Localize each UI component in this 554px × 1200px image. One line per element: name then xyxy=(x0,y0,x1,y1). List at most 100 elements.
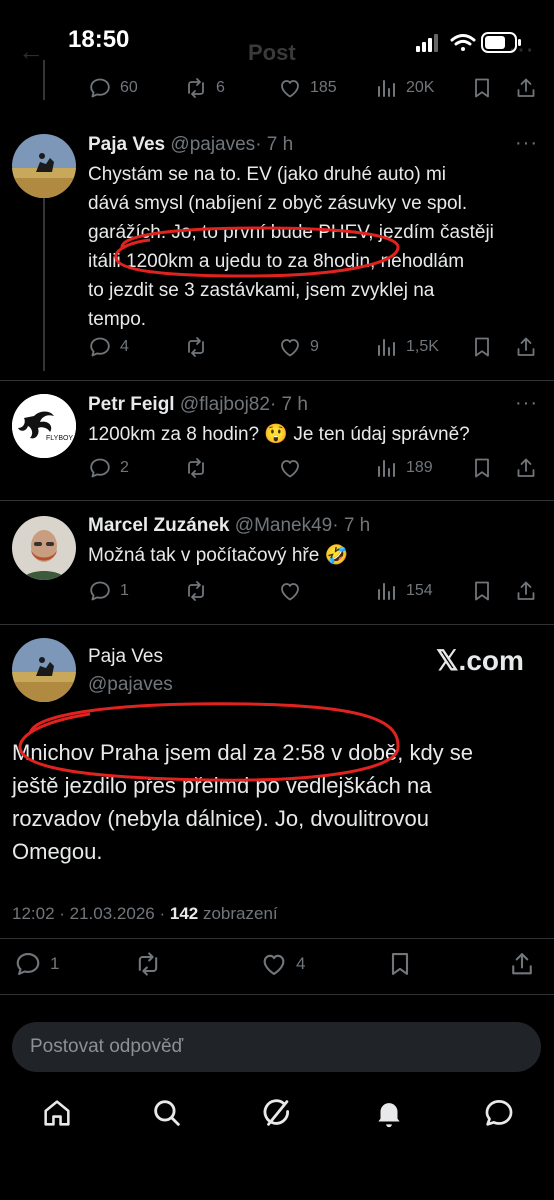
heart-icon xyxy=(278,335,302,359)
like-button[interactable]: 9 xyxy=(278,335,319,359)
bookmark-icon xyxy=(470,76,494,100)
tweet-header: Paja Ves @pajaves· 7 h xyxy=(88,134,293,156)
views-button[interactable]: 154 xyxy=(374,579,433,603)
status-time: 18:50 xyxy=(68,26,130,53)
reply-count: 2 xyxy=(120,459,129,476)
retweet-button[interactable] xyxy=(184,579,208,603)
nav-grok[interactable] xyxy=(260,1096,294,1130)
search-icon xyxy=(154,1100,180,1126)
retweet-button[interactable] xyxy=(184,335,216,359)
bookmark-icon xyxy=(470,335,494,359)
display-name[interactable]: Marcel Zuzánek xyxy=(88,515,230,536)
action-bar: 1 4 xyxy=(14,950,534,980)
grok-icon xyxy=(263,1099,290,1126)
nav-home[interactable] xyxy=(40,1096,74,1130)
divider xyxy=(0,994,554,995)
reply-icon xyxy=(88,579,112,603)
views-count: 1,5K xyxy=(406,338,439,355)
reply-placeholder: Postovat odpověď xyxy=(30,1036,184,1057)
share-icon xyxy=(514,579,538,603)
post-time: · 7 h xyxy=(269,394,308,415)
reply-button[interactable]: 60 xyxy=(88,76,138,100)
views-icon xyxy=(374,335,398,359)
share-icon xyxy=(514,456,538,480)
bookmark-button[interactable] xyxy=(470,579,494,603)
display-name[interactable]: Paja Ves xyxy=(88,646,163,668)
reply-icon xyxy=(88,335,112,359)
tweet-line: rozvadov (nebyla dálnice). Jo, dvoulitro… xyxy=(12,806,430,831)
views-button[interactable]: 189 xyxy=(374,456,433,480)
share-button[interactable] xyxy=(514,456,538,480)
tweet-header: Marcel Zuzánek @Manek49· 7 h xyxy=(88,515,370,537)
like-button[interactable]: 185 xyxy=(278,76,337,100)
handle[interactable]: @pajaves xyxy=(170,134,255,155)
avatar[interactable]: FLYBOY xyxy=(12,394,76,458)
like-button[interactable]: 4 xyxy=(260,950,305,978)
tweet-line: 1200km za 8 hodin? 😲 Je ten údaj správně… xyxy=(88,424,470,445)
avatar-image: FLYBOY xyxy=(12,394,76,458)
views-button[interactable]: 1,5K xyxy=(374,335,439,359)
nav-search[interactable] xyxy=(150,1096,184,1130)
nav-notifications[interactable] xyxy=(372,1096,406,1130)
red-annotation-ellipse xyxy=(18,702,400,782)
like-count: 185 xyxy=(310,79,337,96)
like-count: 9 xyxy=(310,338,319,355)
signal-icon xyxy=(416,34,438,52)
reply-icon xyxy=(88,456,112,480)
bookmark-button[interactable] xyxy=(470,335,494,359)
action-bar: 2 189 xyxy=(88,456,538,482)
divider xyxy=(0,938,554,939)
retweet-icon xyxy=(134,950,162,978)
action-bar: 1 154 xyxy=(88,579,538,605)
avatar[interactable] xyxy=(12,134,76,198)
share-icon xyxy=(514,335,538,359)
display-name[interactable]: Paja Ves xyxy=(88,134,165,155)
retweet-button[interactable] xyxy=(134,950,162,978)
reply-button[interactable]: 4 xyxy=(88,335,129,359)
post-time: · 7 h xyxy=(332,515,371,536)
avatar[interactable] xyxy=(12,638,76,702)
nav-messages[interactable] xyxy=(482,1096,516,1130)
share-button[interactable] xyxy=(514,579,538,603)
share-button[interactable] xyxy=(508,950,536,978)
reply-icon xyxy=(88,76,112,100)
reply-button[interactable]: 2 xyxy=(88,456,129,480)
red-annotation-ellipse xyxy=(114,226,400,278)
svg-text:FLYBOY: FLYBOY xyxy=(46,435,73,442)
tweet-text: Možná tak v počítačový hře 🤣 xyxy=(88,541,538,570)
reply-button[interactable]: 1 xyxy=(14,950,59,978)
header-title: Post xyxy=(248,40,296,65)
heart-icon xyxy=(260,950,288,978)
views-button[interactable]: 20K xyxy=(374,76,434,100)
heart-icon xyxy=(278,76,302,100)
more-options-icon[interactable]: ··· xyxy=(515,132,538,155)
share-button[interactable] xyxy=(514,76,538,100)
share-icon xyxy=(508,950,536,978)
like-button[interactable] xyxy=(278,579,302,603)
views-icon xyxy=(374,76,398,100)
post-time: · 7 h xyxy=(255,134,294,155)
avatar[interactable] xyxy=(12,516,76,580)
retweet-button[interactable] xyxy=(184,456,208,480)
like-button[interactable] xyxy=(278,456,302,480)
retweet-button[interactable]: 6 xyxy=(184,76,225,100)
action-bar: 4 9 1,5K xyxy=(88,335,538,361)
views-count: 142 xyxy=(169,904,199,923)
handle[interactable]: @flajboj82 xyxy=(180,394,270,415)
share-button[interactable] xyxy=(514,335,538,359)
bookmark-button[interactable] xyxy=(470,76,494,100)
bookmark-button[interactable] xyxy=(470,456,494,480)
thread-line xyxy=(43,196,45,371)
handle[interactable]: @pajaves xyxy=(88,674,173,696)
handle[interactable]: @Manek49 xyxy=(235,515,332,536)
display-name[interactable]: Petr Feigl xyxy=(88,394,175,415)
post-timestamp: 12:02 · 21.03.2026 · xyxy=(12,904,166,923)
bookmark-button[interactable] xyxy=(386,950,414,978)
thread-line xyxy=(43,60,45,100)
like-count: 4 xyxy=(296,954,306,973)
reply-icon xyxy=(14,950,42,978)
reply-button[interactable]: 1 xyxy=(88,579,129,603)
more-options-icon[interactable]: ··· xyxy=(515,392,538,415)
tweet-line: Chystám se na to. EV (jako druhé auto) m… xyxy=(88,164,446,185)
back-arrow-icon[interactable]: ← xyxy=(18,36,44,67)
